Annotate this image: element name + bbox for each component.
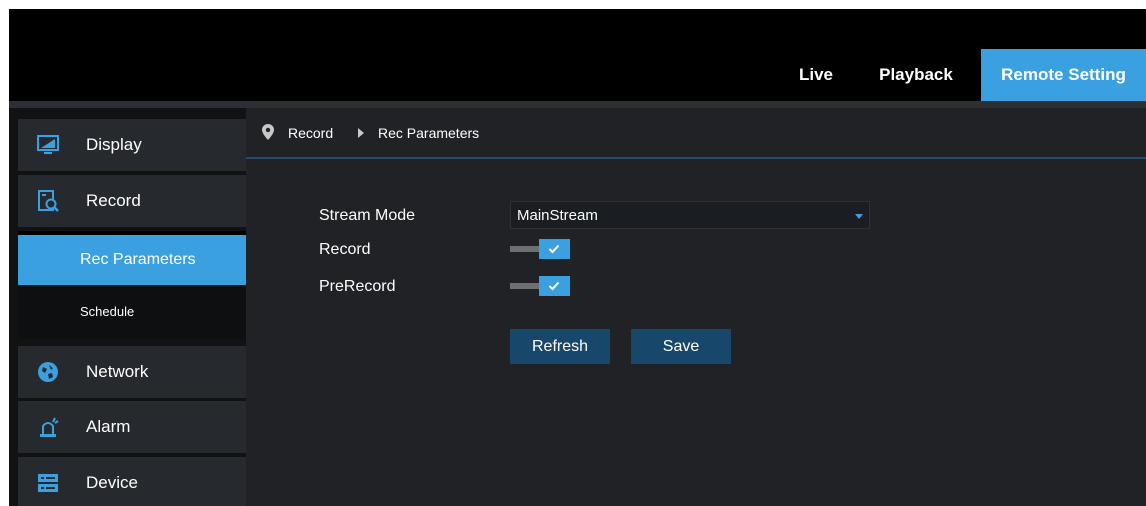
- device-storage-icon: [36, 471, 60, 495]
- sidebar-item-display[interactable]: Display: [18, 119, 246, 171]
- sidebar-item-label: Display: [86, 135, 142, 154]
- toggle-knob: [539, 239, 570, 259]
- location-pin-icon: [262, 124, 274, 140]
- record-label: Record: [319, 241, 371, 258]
- stream-mode-select[interactable]: MainStream: [510, 201, 870, 229]
- save-button[interactable]: Save: [631, 329, 731, 364]
- sidebar-item-label: Device: [86, 473, 138, 492]
- sidebar-subitem-rec-parameters[interactable]: Rec Parameters: [18, 235, 246, 285]
- prerecord-label: PreRecord: [319, 278, 396, 295]
- checkmark-icon: [548, 281, 560, 291]
- sidebar-top-divider: [9, 101, 246, 108]
- breadcrumb: Record Rec Parameters: [246, 108, 1146, 159]
- record-search-icon: [36, 189, 60, 213]
- nav-playback[interactable]: Playback: [861, 49, 971, 101]
- nav-live[interactable]: Live: [787, 49, 845, 101]
- toggle-track: [510, 246, 540, 252]
- sidebar-subitem-schedule[interactable]: Schedule: [18, 285, 246, 339]
- main-top-divider: [246, 101, 1146, 108]
- sidebar-item-device[interactable]: Device: [18, 457, 246, 506]
- refresh-button[interactable]: Refresh: [510, 329, 610, 364]
- stream-mode-value: MainStream: [517, 207, 598, 224]
- top-navigation-bar: Live Playback Remote Setting: [9, 9, 1146, 101]
- prerecord-toggle[interactable]: [510, 276, 572, 296]
- chevron-down-icon: [855, 214, 863, 219]
- sidebar-subitem-label: Schedule: [80, 304, 135, 319]
- monitor-icon: [36, 133, 60, 157]
- stream-mode-label: Stream Mode: [319, 207, 416, 224]
- checkmark-icon: [548, 244, 560, 254]
- record-toggle[interactable]: [510, 239, 572, 259]
- sidebar-item-label: Network: [86, 362, 149, 381]
- nav-remote-setting[interactable]: Remote Setting: [981, 49, 1146, 101]
- toggle-knob: [539, 276, 570, 296]
- sidebar-item-label: Alarm: [86, 417, 131, 436]
- app-window: Live Playback Remote Setting Display Rec…: [9, 9, 1146, 506]
- sidebar: Display Record Rec Parameters Schedule N…: [9, 101, 246, 506]
- sidebar-item-label: Record: [86, 191, 141, 210]
- breadcrumb-arrow-icon: [358, 128, 364, 138]
- network-globe-icon: [36, 360, 60, 384]
- sidebar-item-network[interactable]: Network: [18, 346, 246, 398]
- sidebar-item-alarm[interactable]: Alarm: [18, 401, 246, 453]
- sidebar-subitem-label: Rec Parameters: [80, 251, 196, 268]
- alarm-icon: [36, 415, 60, 439]
- sidebar-item-record[interactable]: Record: [18, 175, 246, 227]
- toggle-track: [510, 283, 540, 289]
- main-panel: Record Rec Parameters Stream Mode MainSt…: [246, 101, 1146, 506]
- breadcrumb-section[interactable]: Record: [288, 125, 333, 141]
- breadcrumb-current-page: Rec Parameters: [378, 125, 480, 141]
